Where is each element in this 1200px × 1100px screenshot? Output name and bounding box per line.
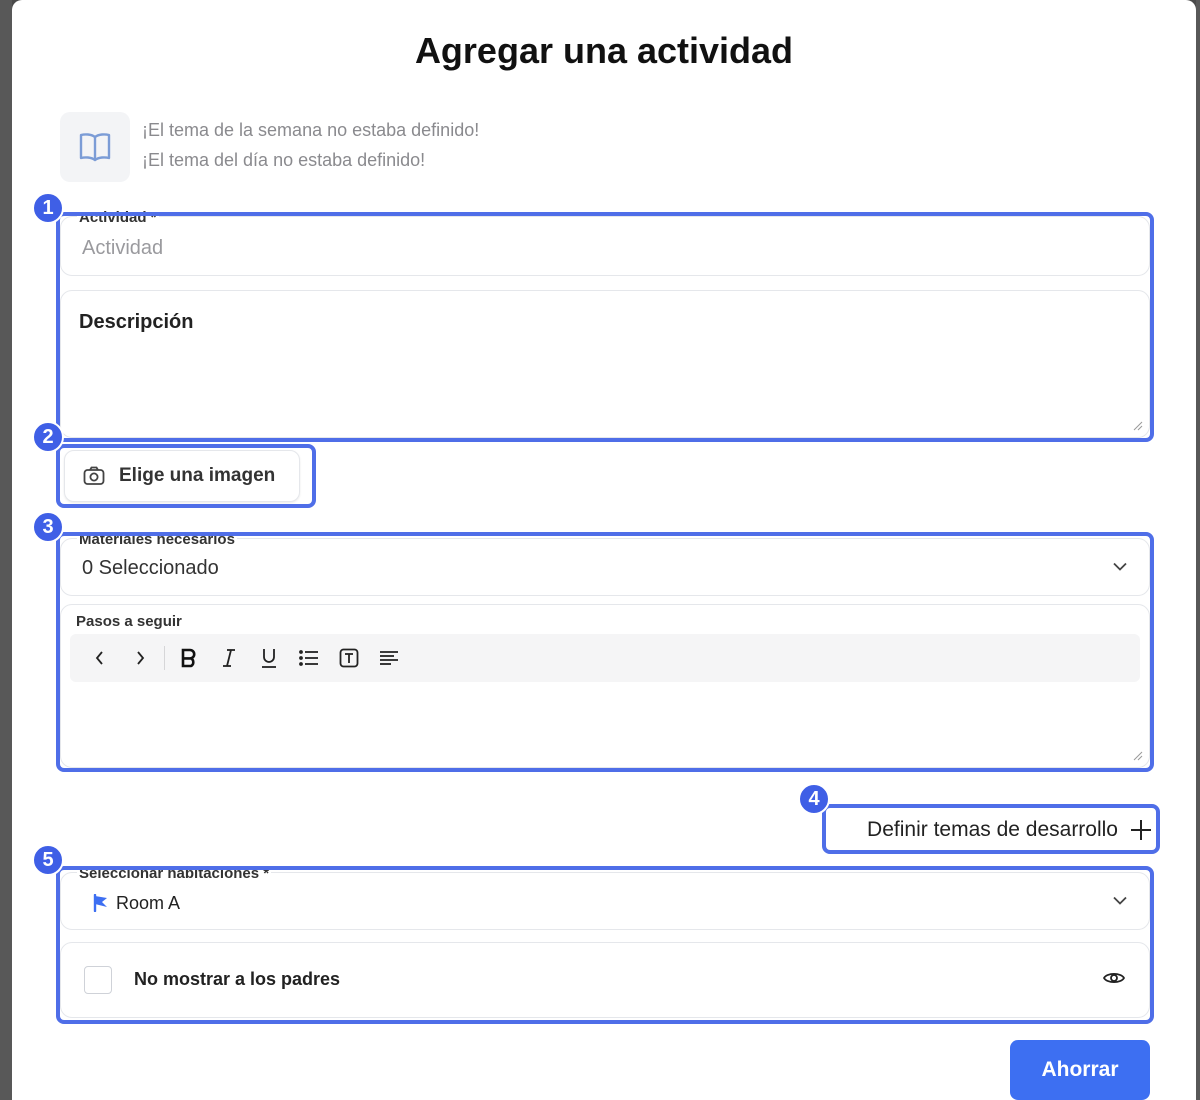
list-icon [299,650,318,666]
chevron-down-icon [1113,896,1127,905]
bold-icon [181,648,196,668]
resize-grip-icon[interactable] [1133,751,1143,761]
rooms-label: Seleccionar habitaciones * [77,866,272,878]
steps-label: Pasos a seguir [76,613,182,630]
add-activity-modal: Agregar una actividad ¡El tema de la sem… [12,0,1196,1100]
description-textarea[interactable]: Descripción [60,290,1150,438]
hide-from-parents-label: No mostrar a los padres [134,969,341,989]
annotation-badge-4: 4 [798,783,830,815]
save-button[interactable]: Ahorrar [1010,1040,1150,1100]
hide-from-parents-checkbox[interactable] [84,966,112,994]
book-open-icon [60,112,130,182]
materials-select[interactable]: Materiales necesarios 0 Seleccionado [60,532,1150,596]
italic-button[interactable] [209,638,249,678]
text-box-icon [339,648,359,668]
eye-icon[interactable] [1103,970,1125,986]
annotation-badge-1: 1 [32,192,64,224]
backdrop [0,0,12,1100]
chevron-right-icon [137,651,145,665]
steps-editor[interactable]: Pasos a seguir [60,604,1150,768]
define-development-themes-link[interactable]: Definir temas de desarrollo [834,806,1164,854]
italic-icon [223,649,235,667]
materials-selected: 0 Seleccionado [82,557,219,579]
bold-button[interactable] [169,638,209,678]
parents-visibility-row: No mostrar a los padres [60,942,1150,1018]
activity-placeholder: Actividad [82,237,164,259]
day-theme-text: ¡El tema del día no estaba definido! [142,150,426,170]
room-chip[interactable]: Room A [92,888,180,918]
chevron-left-icon [95,651,103,665]
plus-icon [1131,820,1151,840]
chevron-down-icon [1113,562,1127,571]
list-button[interactable] [289,638,329,678]
text-box-button[interactable] [329,638,369,678]
materials-label: Materiales necesarios [77,532,237,544]
activity-label: Actividad * [77,210,159,222]
steps-toolbar [70,634,1140,682]
backdrop-right [1196,0,1200,1100]
annotation-badge-2: 2 [32,421,64,453]
redo-button[interactable] [120,638,160,678]
modal-title: Agregar una actividad [414,30,794,71]
choose-image-button[interactable]: Elige una imagen [64,450,300,502]
align-left-icon [380,651,398,665]
underline-button[interactable] [249,638,289,678]
annotation-badge-3: 3 [32,511,64,543]
define-development-themes-label: Definir temas de desarrollo [867,818,1118,841]
activity-field[interactable]: Actividad * Actividad [60,210,1150,276]
resize-grip-icon[interactable] [1133,421,1143,431]
align-button[interactable] [369,638,409,678]
week-theme-text: ¡El tema de la semana no estaba definido… [142,120,480,140]
room-chip-label: Room A [116,892,181,913]
rooms-select[interactable]: Seleccionar habitaciones * [60,866,1150,930]
description-placeholder: Descripción [79,311,194,333]
toolbar-separator [164,646,165,670]
camera-icon [83,466,105,485]
flag-icon [93,894,107,912]
undo-button[interactable] [80,638,120,678]
underline-icon [262,649,276,668]
choose-image-label: Elige una imagen [119,465,276,486]
annotation-badge-5: 5 [32,844,64,876]
